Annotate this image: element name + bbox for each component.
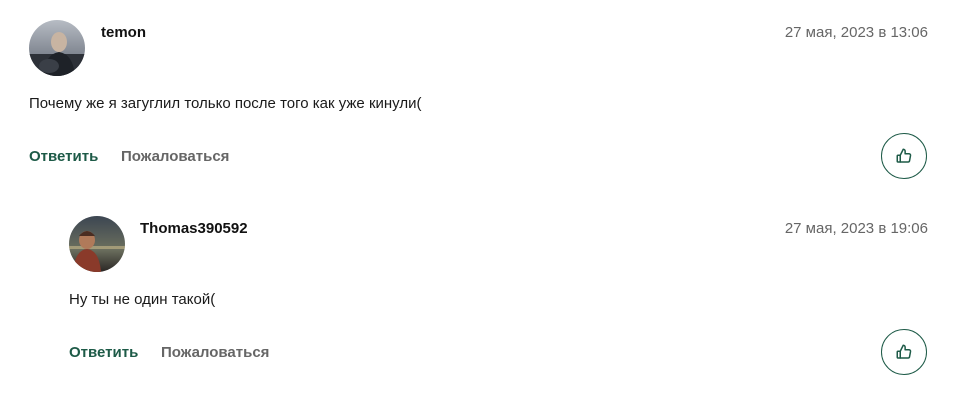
avatar-image: [69, 216, 125, 272]
username[interactable]: temon: [101, 24, 146, 41]
comment-reply: Thomas390592 27 мая, 2023 в 19:06 Ну ты …: [0, 196, 962, 396]
reply-button[interactable]: Ответить: [69, 344, 138, 361]
avatar[interactable]: [29, 20, 85, 76]
thumbs-up-icon: [895, 147, 913, 165]
report-button[interactable]: Пожаловаться: [161, 344, 269, 361]
comment-date: 27 мая, 2023 в 13:06: [784, 24, 928, 41]
reply-button[interactable]: Ответить: [29, 148, 98, 165]
thumbs-up-icon: [895, 343, 913, 361]
like-button[interactable]: [881, 133, 927, 179]
comment-text: Ну ты не один такой(: [69, 291, 216, 308]
comment-date: 27 мая, 2023 в 19:06: [784, 220, 928, 237]
avatar-image: [29, 20, 85, 76]
comment: temon 27 мая, 2023 в 13:06 Почему же я з…: [0, 0, 962, 200]
comment-text: Почему же я загуглил только после того к…: [29, 95, 422, 112]
report-button[interactable]: Пожаловаться: [121, 148, 229, 165]
username[interactable]: Thomas390592: [140, 220, 248, 237]
like-button[interactable]: [881, 329, 927, 375]
avatar[interactable]: [69, 216, 125, 272]
